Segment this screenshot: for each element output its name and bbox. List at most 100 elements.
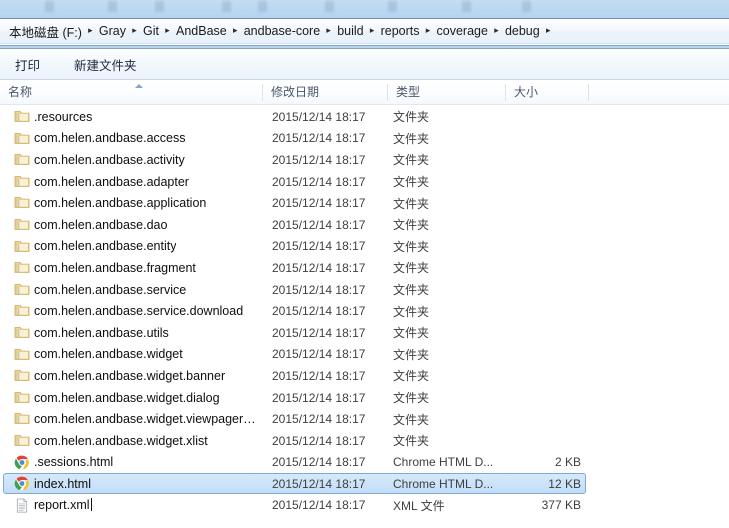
breadcrumb-item[interactable]: reports [380, 23, 421, 39]
folder-icon [14, 390, 30, 405]
breadcrumb-item[interactable]: build [336, 23, 364, 39]
folder-icon [14, 411, 30, 426]
file-type: 文件夹 [393, 218, 430, 233]
new-folder-button[interactable]: 新建文件夹 [64, 50, 147, 79]
chrome-ghost-icon [222, 1, 231, 12]
file-name: com.helen.andbase.dao [34, 217, 168, 232]
column-header-size[interactable]: 大小 [506, 81, 588, 104]
column-header-name[interactable]: 名称 [0, 81, 262, 104]
file-date-modified: 2015/12/14 18:17 [272, 282, 366, 297]
folder-icon [14, 282, 30, 297]
file-name: com.helen.andbase.widget.dialog [34, 390, 220, 405]
folder-icon [14, 217, 30, 232]
chrome-ghost-icon [522, 1, 531, 12]
text-caret [90, 498, 92, 512]
chrome-icon [14, 476, 30, 491]
column-header-date-modified[interactable]: 修改日期 [263, 81, 387, 104]
file-date-modified: 2015/12/14 18:17 [272, 412, 366, 427]
file-date-modified: 2015/12/14 18:17 [272, 152, 366, 167]
table-row[interactable]: com.helen.andbase.fragment 2015/12/14 18:… [0, 257, 729, 279]
breadcrumb-separator-icon[interactable]: ▸ [421, 25, 436, 35]
window-chrome-ghost-icons [0, 0, 729, 18]
file-type: 文件夹 [393, 283, 430, 298]
table-row[interactable]: com.helen.andbase.service 2015/12/14 18:1… [0, 279, 729, 301]
file-date-modified: 2015/12/14 18:17 [272, 498, 366, 513]
file-name: com.helen.andbase.service.download [34, 304, 244, 319]
table-row[interactable]: com.helen.andbase.utils 2015/12/14 18:17 文… [0, 322, 729, 344]
file-list[interactable]: .resources 2015/12/14 18:17 文件夹 com.helen.a… [0, 106, 729, 528]
table-row[interactable]: com.helen.andbase.access 2015/12/14 18:17… [0, 128, 729, 150]
file-name: .sessions.html [34, 455, 114, 470]
file-name: com.helen.andbase.adapter [34, 174, 189, 189]
file-date-modified: 2015/12/14 18:17 [272, 109, 366, 124]
table-row[interactable]: com.helen.andbase.widget.xlist 2015/12/14… [0, 430, 729, 452]
folder-icon [14, 195, 30, 210]
folder-icon [14, 152, 30, 167]
breadcrumb-item[interactable]: 本地磁盘 (F:) [8, 21, 83, 42]
file-name: com.helen.andbase.entity [34, 239, 177, 254]
breadcrumb-separator-icon[interactable]: ▸ [127, 25, 142, 35]
file-type: 文件夹 [393, 261, 430, 276]
file-date-modified: 2015/12/14 18:17 [272, 325, 366, 340]
file-size: 12 KB [548, 476, 581, 491]
table-row[interactable]: com.helen.andbase.widget.viewpager… 2015/… [0, 408, 729, 430]
file-type: 文件夹 [393, 412, 430, 427]
file-date-modified: 2015/12/14 18:17 [272, 476, 366, 491]
table-row[interactable]: com.helen.andbase.widget.dialog 2015/12/1… [0, 387, 729, 409]
breadcrumb-item[interactable]: Gray [98, 23, 127, 39]
file-name: com.helen.andbase.application [34, 196, 207, 211]
breadcrumb[interactable]: 本地磁盘 (F:) ▸ Gray ▸ Git ▸ AndBase ▸ andbase-core ▸… [8, 21, 556, 42]
breadcrumb-separator-icon[interactable]: ▸ [160, 25, 175, 35]
file-type: 文件夹 [393, 434, 430, 449]
table-row[interactable]: report.xml 2015/12/14 18:17 XML 文件 377 KB [0, 495, 729, 517]
folder-icon [14, 347, 30, 362]
breadcrumb-separator-icon[interactable]: ▸ [321, 25, 336, 35]
file-type: Chrome HTML D... [393, 476, 494, 491]
breadcrumb-separator-icon[interactable]: ▸ [365, 25, 380, 35]
print-button[interactable]: 打印 [5, 50, 50, 79]
table-row[interactable]: com.helen.andbase.service.download 2015/1… [0, 300, 729, 322]
file-date-modified: 2015/12/14 18:17 [272, 131, 366, 146]
command-toolbar: 打印 新建文件夹 [0, 50, 729, 80]
table-row[interactable]: com.helen.andbase.dao 2015/12/14 18:17 文件夹 [0, 214, 729, 236]
file-name: com.helen.andbase.widget.viewpager… [34, 412, 256, 427]
column-divider[interactable] [588, 84, 589, 101]
file-size: 377 KB [541, 498, 581, 513]
chrome-ghost-icon [462, 1, 471, 12]
table-row[interactable]: com.helen.andbase.widget.banner 2015/12/1… [0, 365, 729, 387]
breadcrumb-item[interactable]: AndBase [175, 23, 228, 39]
table-row[interactable]: com.helen.andbase.activity 2015/12/14 18:… [0, 149, 729, 171]
file-type: 文件夹 [393, 131, 430, 146]
table-row[interactable]: com.helen.andbase.adapter 2015/12/14 18:1… [0, 171, 729, 193]
column-header-row: 名称 修改日期 类型 大小 [0, 81, 729, 105]
file-type: 文件夹 [393, 369, 430, 384]
file-date-modified: 2015/12/14 18:17 [272, 174, 366, 189]
breadcrumb-separator-icon[interactable]: ▸ [541, 25, 556, 35]
table-row[interactable]: .resources 2015/12/14 18:17 文件夹 [0, 106, 729, 128]
breadcrumb-item[interactable]: debug [504, 23, 541, 39]
file-name: com.helen.andbase.utils [34, 325, 169, 340]
table-row[interactable]: index.html 2015/12/14 18:17 Chrome HTML D.… [0, 473, 729, 495]
file-type: XML 文件 [393, 498, 445, 513]
breadcrumb-separator-icon[interactable]: ▸ [489, 25, 504, 35]
folder-icon [14, 303, 30, 318]
column-header-type[interactable]: 类型 [388, 81, 505, 104]
table-row[interactable]: com.helen.andbase.entity 2015/12/14 18:17… [0, 236, 729, 258]
folder-icon [14, 131, 30, 146]
breadcrumb-separator-icon[interactable]: ▸ [228, 25, 243, 35]
breadcrumb-item[interactable]: Git [142, 23, 160, 39]
folder-icon [14, 368, 30, 383]
breadcrumb-item[interactable]: coverage [436, 23, 489, 39]
table-row[interactable]: com.helen.andbase.application 2015/12/14 … [0, 192, 729, 214]
file-name: com.helen.andbase.widget.xlist [34, 433, 208, 448]
table-row[interactable]: .sessions.html 2015/12/14 18:17 Chrome HTM… [0, 452, 729, 474]
folder-icon [14, 433, 30, 448]
breadcrumb-item[interactable]: andbase-core [243, 23, 321, 39]
address-bar[interactable]: 本地磁盘 (F:) ▸ Gray ▸ Git ▸ AndBase ▸ andbase-core ▸… [0, 19, 729, 44]
breadcrumb-separator-icon[interactable]: ▸ [83, 25, 98, 35]
folder-icon [14, 260, 30, 275]
file-name: com.helen.andbase.fragment [34, 260, 196, 275]
chrome-ghost-icon [258, 1, 267, 12]
table-row[interactable]: com.helen.andbase.widget 2015/12/14 18:17… [0, 344, 729, 366]
file-name: index.html [34, 476, 91, 491]
